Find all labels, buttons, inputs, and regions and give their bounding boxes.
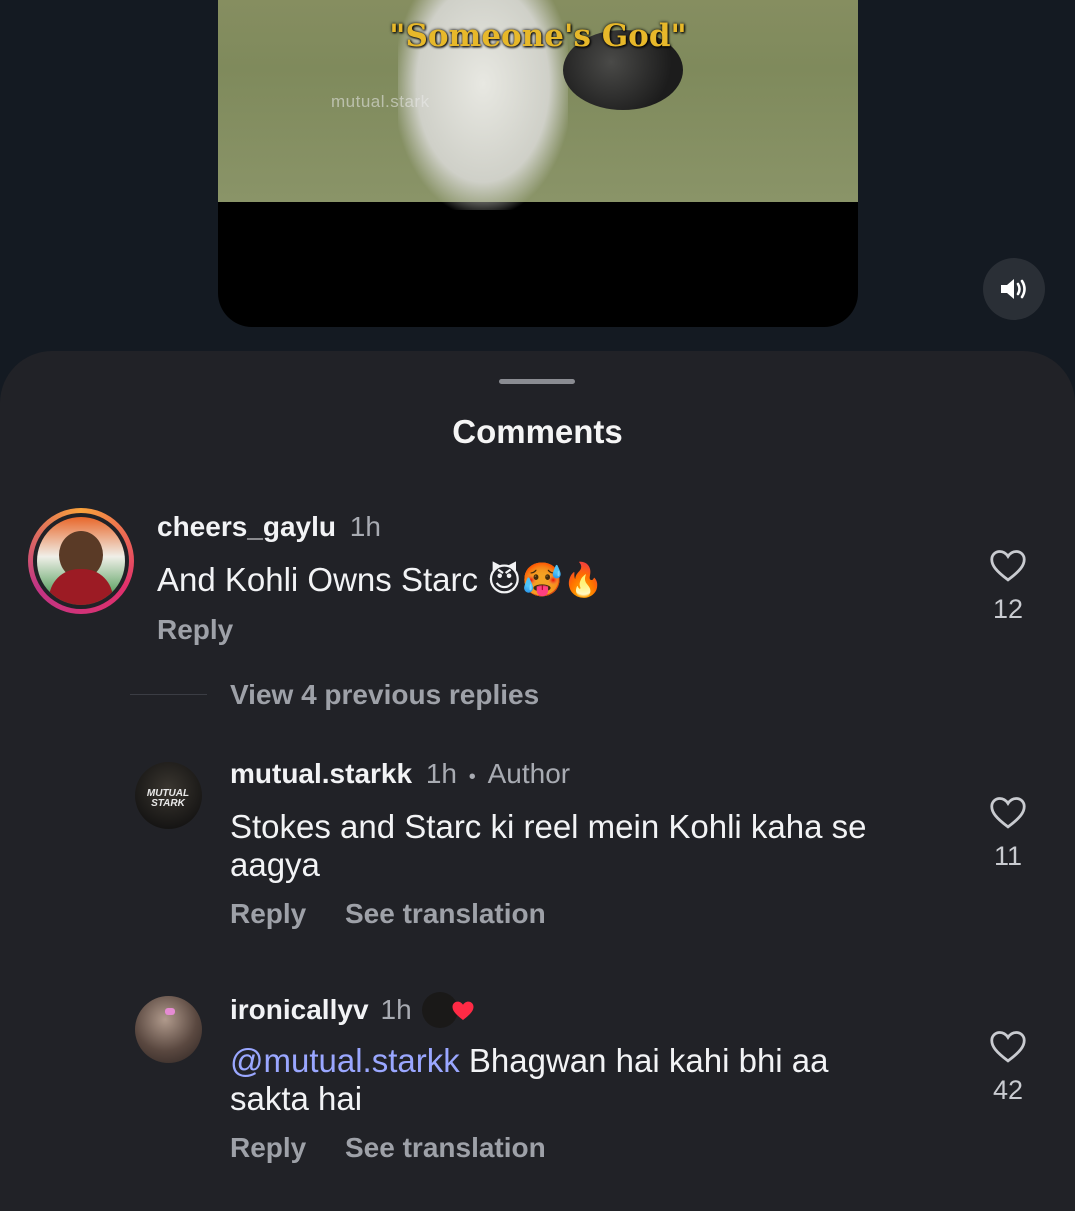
comment-time: 1h [425, 758, 458, 789]
reel-video[interactable]: "Someone's God" mutual.stark [218, 0, 858, 327]
mention-link[interactable]: @mutual.starkk [230, 1042, 460, 1079]
like-button[interactable]: 11 [978, 796, 1038, 872]
comment-text: @mutual.starkk Bhagwan hai kahi bhi aa s… [230, 1042, 829, 1118]
heart-icon [990, 550, 1026, 582]
video-watermark: mutual.stark [331, 92, 430, 111]
comment-time: 1h [349, 511, 381, 542]
like-button[interactable]: 12 [978, 549, 1038, 625]
comment-username[interactable]: cheers_gaylu [157, 511, 336, 542]
comment-text: Stokes and Starc ki reel mein Kohli kaha… [230, 808, 867, 884]
see-translation-button[interactable]: See translation [345, 1132, 546, 1164]
reply-button[interactable]: Reply [230, 898, 306, 930]
replies-divider [130, 694, 207, 695]
comment-header: cheers_gaylu 1h [157, 511, 381, 543]
view-replies-button[interactable]: View 4 previous replies [230, 679, 539, 711]
comments-sheet: Comments cheers_gaylu 1h And Kohli Owns … [0, 351, 1075, 1211]
sound-toggle-button[interactable] [983, 258, 1045, 320]
comment-header: mutual.starkk 1h • Author [230, 758, 570, 790]
speaker-icon [1001, 279, 1026, 299]
liked-by-author-badge [421, 992, 476, 1028]
avatar-logo-text: MUTUAL STARK [146, 788, 190, 809]
author-badge: Author [487, 758, 571, 789]
reply-button[interactable]: Reply [157, 614, 233, 646]
like-count: 12 [992, 594, 1024, 624]
comment-text-line: @mutual.starkk Bhagwan hai kahi bhi aa [230, 1042, 829, 1080]
like-count: 11 [993, 841, 1023, 871]
drag-handle[interactable] [499, 379, 575, 384]
heart-icon [990, 1031, 1026, 1063]
video-caption: "Someone's God" [389, 18, 687, 54]
avatar[interactable] [135, 996, 202, 1063]
separator-dot: • [468, 766, 476, 788]
comment-header: ironicallyv 1h [230, 992, 476, 1028]
comment-time: 1h [380, 994, 412, 1025]
avatar[interactable] [28, 508, 134, 614]
comment-text-line: Stokes and Starc ki reel mein Kohli kaha… [230, 808, 867, 845]
comment-username[interactable]: ironicallyv [230, 994, 369, 1026]
comment-username[interactable]: mutual.starkk [230, 758, 412, 789]
like-count: 42 [992, 1075, 1024, 1105]
sheet-title: Comments [452, 413, 623, 450]
avatar[interactable]: MUTUAL STARK [135, 762, 202, 829]
heart-icon [990, 797, 1026, 829]
comment-text-line: aagya [230, 846, 320, 883]
comment-text-line: sakta hai [230, 1080, 363, 1117]
comment-text: And Kohli Owns Starc 😈🥵🔥 [157, 561, 604, 598]
comment-text-segment: Bhagwan hai kahi bhi aa [459, 1042, 829, 1079]
see-translation-button[interactable]: See translation [345, 898, 546, 930]
reply-button[interactable]: Reply [230, 1132, 306, 1164]
like-button[interactable]: 42 [978, 1030, 1038, 1106]
video-frame: "Someone's God" mutual.stark [218, 0, 858, 210]
heart-icon [452, 1001, 474, 1020]
